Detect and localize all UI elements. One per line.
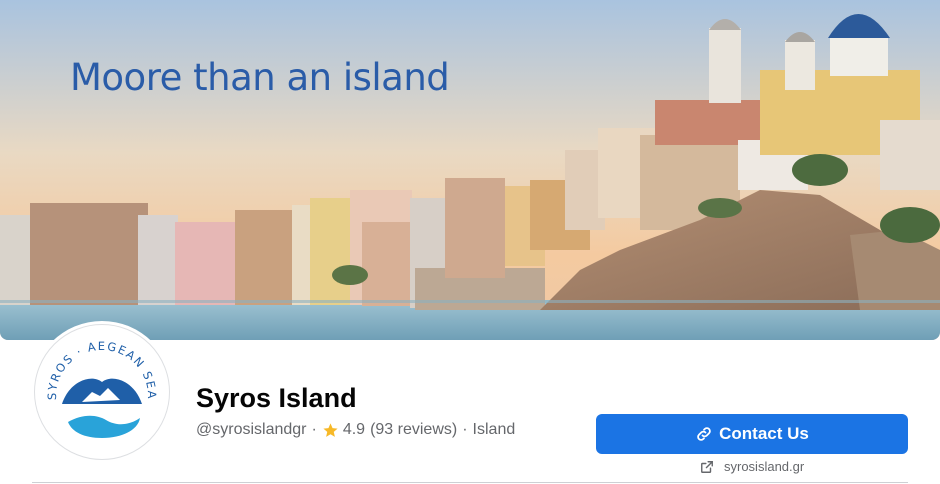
cover-tagline: Moore than an island xyxy=(70,56,450,99)
cover-illustration xyxy=(0,0,940,340)
page-title: Syros Island xyxy=(196,383,357,413)
page-category: Island xyxy=(472,421,516,438)
profile-divider xyxy=(32,482,908,483)
contact-us-button[interactable]: Contact Us xyxy=(596,414,908,454)
reviews-link[interactable]: (93 reviews) xyxy=(370,421,457,439)
profile-avatar[interactable]: SYROS · AEGEAN SEA xyxy=(34,324,170,460)
syros-logo: SYROS · AEGEAN SEA xyxy=(45,339,157,438)
meta-separator-2: · xyxy=(462,421,468,438)
rating-value: 4.9 xyxy=(342,421,366,438)
cover-photo[interactable]: Moore than an island xyxy=(0,0,940,340)
link-icon xyxy=(695,425,713,443)
contact-us-label: Contact Us xyxy=(719,424,809,443)
website-url: syrosisland.gr xyxy=(724,459,805,474)
star-icon xyxy=(322,422,339,439)
meta-separator: · xyxy=(311,421,317,438)
profile-handle[interactable]: @syrosislandgr xyxy=(196,421,307,439)
external-link-icon xyxy=(700,460,714,474)
profile-meta: @syrosislandgr · 4.9 (93 reviews) · Isla… xyxy=(196,421,515,439)
website-link[interactable]: syrosisland.gr xyxy=(700,459,804,474)
